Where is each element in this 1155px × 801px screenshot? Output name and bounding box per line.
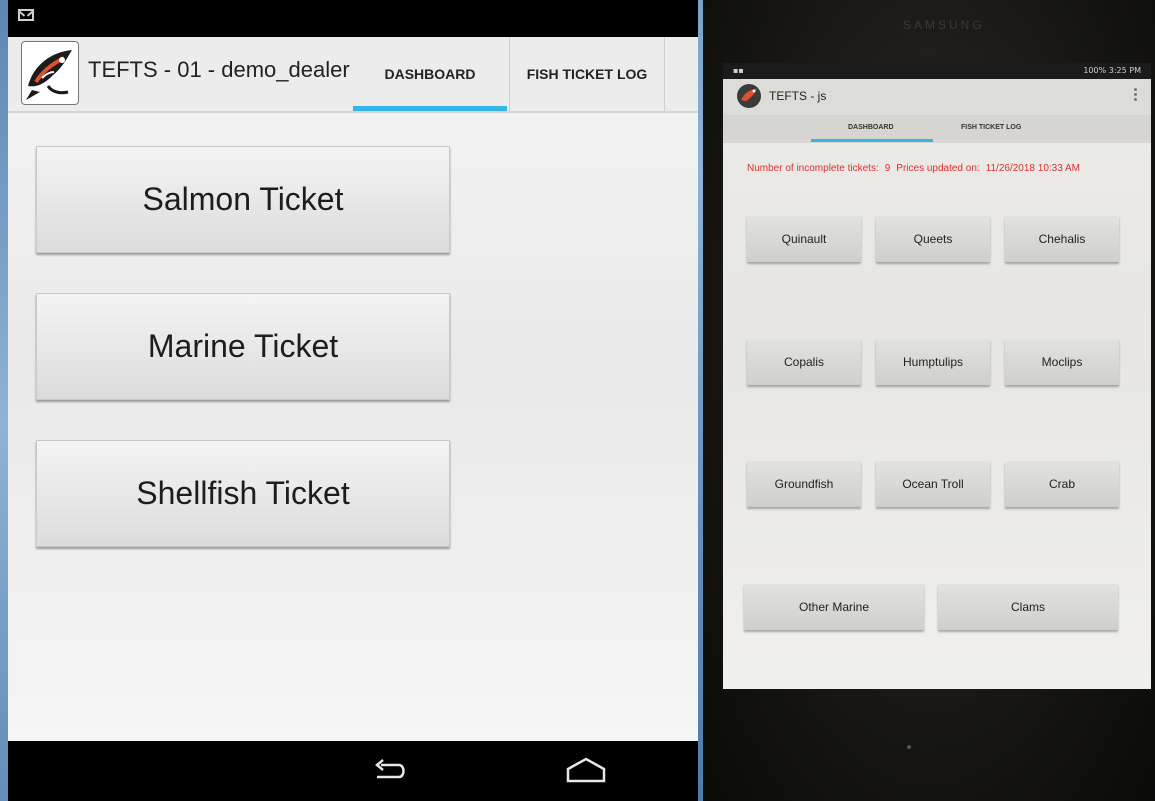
salmon-ticket-button[interactable]: Salmon Ticket bbox=[36, 146, 450, 253]
tablet-app-title: TEFTS - js bbox=[769, 89, 827, 103]
overflow-menu-icon[interactable] bbox=[1134, 88, 1137, 102]
tablet-status-bar: ▪▪ 100% 3:25 PM bbox=[723, 63, 1151, 79]
ticket-info-line: Number of incomplete tickets: 9 Prices upd… bbox=[747, 163, 1086, 174]
clams-button[interactable]: Clams bbox=[938, 584, 1118, 630]
navigation-bar bbox=[8, 741, 698, 801]
app-title: TEFTS - 01 - demo_dealer bbox=[88, 57, 350, 82]
signal-icon: ▪▪ bbox=[733, 66, 744, 75]
humptulips-button[interactable]: Humptulips bbox=[876, 339, 990, 385]
tablet-tab-indicator bbox=[811, 139, 933, 142]
incomplete-label: Number of incomplete tickets: bbox=[747, 163, 879, 174]
emulator-screen: TEFTS - 01 - demo_dealer DASHBOARD FISH … bbox=[8, 0, 698, 801]
prices-label: Prices updated on: bbox=[896, 163, 980, 174]
copalis-button[interactable]: Copalis bbox=[747, 339, 861, 385]
dashboard-content: Salmon Ticket Marine Ticket Shellfish Ti… bbox=[8, 113, 698, 741]
tablet-brand: SAMSUNG bbox=[903, 18, 985, 32]
status-bar bbox=[8, 0, 698, 37]
tab-dashboard[interactable]: DASHBOARD bbox=[353, 37, 507, 111]
tab-label: DASHBOARD bbox=[384, 66, 476, 82]
tab-label: FISH TICKET LOG bbox=[526, 66, 648, 82]
tablet-tab-dashboard[interactable]: DASHBOARD bbox=[848, 124, 894, 131]
tablet-home-sensor bbox=[907, 745, 911, 749]
tablet-status-text: 100% 3:25 PM bbox=[1083, 66, 1141, 75]
prices-date: 11/26/2018 10:33 AM bbox=[985, 163, 1081, 174]
home-icon[interactable] bbox=[564, 755, 608, 789]
ocean-troll-button[interactable]: Ocean Troll bbox=[876, 461, 990, 507]
quinault-button[interactable]: Quinault bbox=[747, 216, 861, 262]
queets-button[interactable]: Queets bbox=[876, 216, 990, 262]
moclips-button[interactable]: Moclips bbox=[1005, 339, 1119, 385]
groundfish-button[interactable]: Groundfish bbox=[747, 461, 861, 507]
tablet-screen: ▪▪ 100% 3:25 PM TEFTS - js DASHBOARD FIS… bbox=[723, 63, 1151, 689]
chehalis-button[interactable]: Chehalis bbox=[1005, 216, 1119, 262]
back-icon[interactable] bbox=[371, 755, 411, 789]
app-logo-icon[interactable] bbox=[21, 41, 79, 105]
shellfish-ticket-button[interactable]: Shellfish Ticket bbox=[36, 440, 450, 547]
tablet-tab-fish-ticket-log[interactable]: FISH TICKET LOG bbox=[961, 124, 1021, 131]
action-bar: TEFTS - 01 - demo_dealer DASHBOARD FISH … bbox=[8, 37, 698, 113]
tablet-tabs: DASHBOARD FISH TICKET LOG bbox=[723, 115, 1151, 143]
other-marine-button[interactable]: Other Marine bbox=[744, 584, 924, 630]
incomplete-count: 9 bbox=[884, 163, 891, 174]
gmail-icon bbox=[18, 9, 34, 21]
crab-button[interactable]: Crab bbox=[1005, 461, 1119, 507]
marine-ticket-button[interactable]: Marine Ticket bbox=[36, 293, 450, 400]
tablet-app-logo-icon[interactable] bbox=[737, 84, 761, 108]
tab-fish-ticket-log[interactable]: FISH TICKET LOG bbox=[509, 37, 665, 111]
tablet-photo: SAMSUNG ▪▪ 100% 3:25 PM TEFTS - js DASHB… bbox=[703, 0, 1155, 801]
tablet-action-bar: TEFTS - js bbox=[723, 79, 1151, 115]
tab-indicator bbox=[353, 106, 507, 111]
